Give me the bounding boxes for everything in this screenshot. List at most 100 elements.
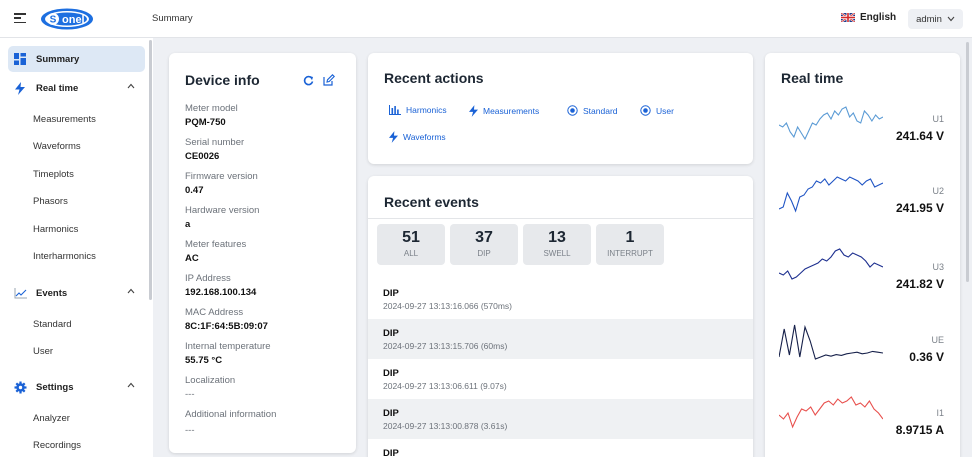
uk-flag-icon xyxy=(841,13,855,22)
field-value: AC xyxy=(185,253,199,264)
action-waveforms[interactable]: Waveforms xyxy=(389,131,446,143)
event-row[interactable]: DIP 2024-09-27 13:13:15.706 (60ms) xyxy=(368,319,753,359)
stat-count: 51 xyxy=(402,229,420,246)
sidebar-item-summary[interactable]: Summary xyxy=(8,46,145,72)
channel-value: 8.9715 A xyxy=(895,423,944,437)
edit-icon[interactable] xyxy=(323,74,335,86)
channel-value: 241.95 V xyxy=(895,201,944,215)
sidebar-item-measurements[interactable]: Measurements xyxy=(33,114,96,125)
chevron-up-icon xyxy=(127,382,135,388)
sonel-logo[interactable]: S onel xyxy=(40,8,124,30)
bolt-icon xyxy=(13,81,27,95)
field-value: --- xyxy=(185,389,195,400)
sidebar-group-settings[interactable]: Settings xyxy=(8,374,145,400)
main-scrollbar[interactable] xyxy=(966,42,969,282)
stat-label: ALL xyxy=(403,249,419,258)
bolt-icon xyxy=(389,131,398,143)
sidebar-group-label: Real time xyxy=(36,82,79,94)
event-time: 2024-09-27 13:13:00.878 (3.61s) xyxy=(383,421,508,431)
event-row[interactable]: DIP 2024-09-27 13:13:06.611 (9.07s) xyxy=(368,359,753,399)
sidebar-item-user[interactable]: User xyxy=(33,346,53,357)
sidebar-item-waveforms[interactable]: Waveforms xyxy=(33,141,81,152)
event-time: 2024-09-27 13:13:16.066 (570ms) xyxy=(383,301,513,311)
event-time: 2024-09-27 13:13:15.706 (60ms) xyxy=(383,341,508,351)
event-type: DIP xyxy=(383,368,399,379)
action-label: Measurements xyxy=(483,106,540,116)
field-value: 55.75 °C xyxy=(185,355,223,366)
field-value: 192.168.100.134 xyxy=(185,287,257,298)
stat-dip[interactable]: 37 DIP xyxy=(450,224,518,265)
sidebar-item-timeplots[interactable]: Timeplots xyxy=(33,169,74,180)
action-harmonics[interactable]: Harmonics xyxy=(389,105,447,115)
bolt-icon xyxy=(469,105,478,117)
sidebar-group-real-time[interactable]: Real time xyxy=(8,75,145,101)
sidebar-group-events[interactable]: Events xyxy=(8,280,145,306)
event-row[interactable]: DIP 2024-09-27 13:13:00.878 (3.61s) xyxy=(368,399,753,439)
field-label: Additional information xyxy=(185,409,277,420)
sidebar-item-analyzer[interactable]: Analyzer xyxy=(33,413,70,424)
sidebar-item-standard[interactable]: Standard xyxy=(33,319,72,330)
field-label: Meter features xyxy=(185,239,247,250)
chevron-up-icon xyxy=(127,83,135,89)
action-standard[interactable]: Standard xyxy=(567,105,618,116)
channel-name: U2 xyxy=(932,186,944,196)
action-user[interactable]: User xyxy=(640,105,674,116)
stat-label: DIP xyxy=(477,249,491,258)
action-label: Harmonics xyxy=(406,105,447,115)
chevron-down-icon xyxy=(947,16,955,22)
action-label: Standard xyxy=(583,105,618,116)
event-type: DIP xyxy=(383,448,399,457)
sidebar-item-phasors[interactable]: Phasors xyxy=(33,196,68,207)
event-type: DIP xyxy=(383,328,399,339)
event-time: 2024-09-27 13:13:06.611 (9.07s) xyxy=(383,381,507,391)
i1-sparkline xyxy=(779,396,883,429)
menu-icon[interactable] xyxy=(14,13,26,24)
field-label: MAC Address xyxy=(185,307,244,318)
stat-count: 37 xyxy=(475,229,493,246)
language-selector[interactable]: English xyxy=(841,12,896,23)
action-label: User xyxy=(656,105,674,116)
ue-sparkline xyxy=(779,324,883,360)
top-bar: S onel Summary English admin xyxy=(0,0,972,38)
language-label: English xyxy=(860,12,897,23)
channel-value: 241.82 V xyxy=(895,277,944,291)
u3-sparkline xyxy=(779,248,883,280)
field-value: --- xyxy=(185,425,195,436)
breadcrumb: Summary xyxy=(152,13,193,24)
event-type: DIP xyxy=(383,288,399,299)
refresh-icon[interactable] xyxy=(303,75,314,86)
stat-interrupt[interactable]: 1 INTERRUPT xyxy=(596,224,664,265)
field-value: a xyxy=(185,219,191,230)
event-row[interactable]: DIP xyxy=(368,439,753,457)
stat-label: INTERRUPT xyxy=(607,249,653,258)
u1-sparkline xyxy=(779,106,883,141)
sidebar-item-harmonics[interactable]: Harmonics xyxy=(33,224,78,235)
event-row[interactable]: DIP 2024-09-27 13:13:16.066 (570ms) xyxy=(368,279,753,319)
sidebar-group-label: Settings xyxy=(36,381,74,393)
recent-events-title: Recent events xyxy=(384,194,479,210)
channel-value: 241.64 V xyxy=(895,129,944,143)
radio-icon xyxy=(640,105,651,116)
field-value: 0.47 xyxy=(185,185,204,196)
action-measurements[interactable]: Measurements xyxy=(469,105,539,117)
sidebar: Summary Real time Measurements Waveforms… xyxy=(0,38,153,457)
stat-label: SWELL xyxy=(543,249,571,258)
field-label: Localization xyxy=(185,375,236,386)
sidebar-item-recordings[interactable]: Recordings xyxy=(33,440,81,451)
stat-swell[interactable]: 13 SWELL xyxy=(523,224,591,265)
recent-events-card: Recent events 51 ALL 37 DIP 13 SWELL 1 I… xyxy=(368,176,753,457)
divider xyxy=(368,218,753,219)
stat-all[interactable]: 51 ALL xyxy=(377,224,445,265)
sidebar-item-interharmonics[interactable]: Interharmonics xyxy=(33,251,96,262)
gear-icon xyxy=(13,380,27,394)
radio-icon xyxy=(567,105,578,116)
field-label: Serial number xyxy=(185,137,245,148)
user-menu-button[interactable]: admin xyxy=(908,9,963,29)
recent-actions-card: Recent actions Harmonics Measurements St… xyxy=(368,53,753,164)
user-name: admin xyxy=(916,13,942,25)
chart-line-icon xyxy=(13,286,27,300)
sidebar-scrollbar[interactable] xyxy=(149,40,152,300)
stat-count: 13 xyxy=(548,229,566,246)
svg-text:onel: onel xyxy=(62,14,85,26)
event-type: DIP xyxy=(383,408,399,419)
